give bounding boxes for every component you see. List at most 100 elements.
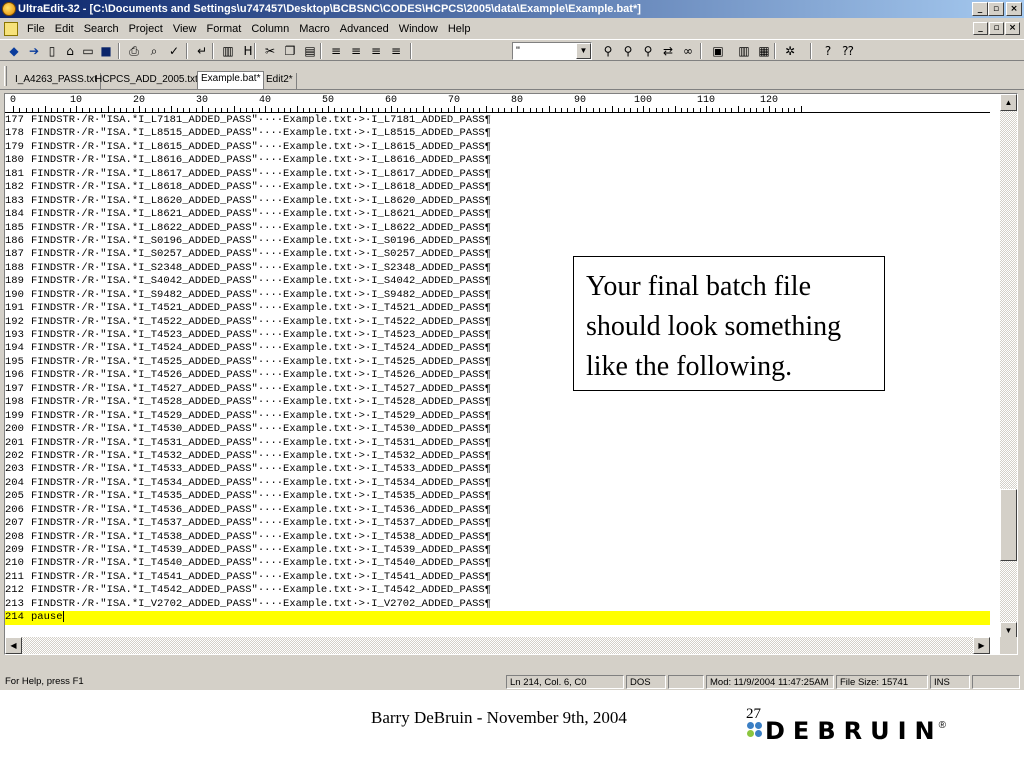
app-icon[interactable]: [2, 2, 16, 16]
code-line[interactable]: 209 FINDSTR·/R·"ISA.*I_T4539_ADDED_PASS"·…: [5, 544, 990, 557]
scroll-right-icon[interactable]: ▶: [973, 637, 990, 654]
line-number: 208: [5, 530, 24, 543]
doc-minimize-button[interactable]: _: [973, 22, 988, 35]
code-line[interactable]: 201 FINDSTR·/R·"ISA.*I_T4531_ADDED_PASS"·…: [5, 437, 990, 450]
macro-icon[interactable]: ▣: [710, 43, 726, 59]
vertical-scrollbar[interactable]: ▲ ▼: [1000, 94, 1017, 639]
code-line[interactable]: 211 FINDSTR·/R·"ISA.*I_T4541_ADDED_PASS"·…: [5, 571, 990, 584]
vertical-scroll-thumb[interactable]: [1000, 488, 1017, 561]
paste-icon[interactable]: ▤: [302, 43, 318, 59]
code-line[interactable]: 183 FINDSTR·/R·"ISA.*I_L8620_ADDED_PASS"·…: [5, 195, 990, 208]
close-button[interactable]: ×: [1006, 2, 1022, 16]
find-icon[interactable]: ⚲: [600, 43, 616, 59]
align-center-icon[interactable]: ≡: [348, 43, 364, 59]
code-line[interactable]: 212 FINDSTR·/R·"ISA.*I_T4542_ADDED_PASS"·…: [5, 584, 990, 597]
scroll-up-icon[interactable]: ▲: [1000, 94, 1017, 111]
save-icon[interactable]: ■: [98, 43, 114, 59]
new-file-icon[interactable]: ▯: [44, 43, 60, 59]
menu-advanced[interactable]: Advanced: [335, 20, 394, 38]
code-line[interactable]: 205 FINDSTR·/R·"ISA.*I_T4535_ADDED_PASS"·…: [5, 490, 990, 503]
forward-icon[interactable]: ➔: [26, 43, 42, 59]
window-icon[interactable]: ▦: [756, 43, 772, 59]
code-line[interactable]: 202 FINDSTR·/R·"ISA.*I_T4532_ADDED_PASS"·…: [5, 450, 990, 463]
context-help-icon[interactable]: ⁇: [840, 43, 856, 59]
split-icon[interactable]: ▥: [736, 43, 752, 59]
callout-text: Your final batch file should look someth…: [586, 271, 842, 382]
menu-file[interactable]: File: [22, 20, 50, 38]
back-icon[interactable]: ◆: [6, 43, 22, 59]
justify-icon[interactable]: ≡: [388, 43, 404, 59]
ruler-tick: [624, 108, 626, 112]
line-text: FINDSTR·/R·"ISA.*I_T4522_ADDED_PASS"····…: [31, 315, 491, 328]
code-line[interactable]: 181 FINDSTR·/R·"ISA.*I_L8617_ADDED_PASS"·…: [5, 168, 990, 181]
menu-edit[interactable]: Edit: [50, 20, 79, 38]
help-icon[interactable]: ?: [820, 43, 836, 59]
align-left-icon[interactable]: ≡: [328, 43, 344, 59]
word-wrap-icon[interactable]: ↵: [194, 43, 210, 59]
maximize-button[interactable]: ▫: [988, 2, 1004, 16]
ruler-tick: [120, 108, 122, 112]
ruler-tick: [290, 108, 292, 112]
print-icon[interactable]: ⎙: [126, 43, 142, 59]
menu-window[interactable]: Window: [394, 20, 443, 38]
code-line[interactable]: 204 FINDSTR·/R·"ISA.*I_T4534_ADDED_PASS"·…: [5, 477, 990, 490]
find-combo[interactable]: " ▼: [512, 42, 592, 60]
code-line[interactable]: 199 FINDSTR·/R·"ISA.*I_T4529_ADDED_PASS"·…: [5, 410, 990, 423]
binoculars-icon[interactable]: ∞: [680, 43, 696, 59]
logo-registered: ®: [938, 720, 946, 731]
menu-search[interactable]: Search: [79, 20, 124, 38]
settings-icon[interactable]: ✲: [782, 43, 798, 59]
code-line[interactable]: 207 FINDSTR·/R·"ISA.*I_T4537_ADDED_PASS"·…: [5, 517, 990, 530]
code-line[interactable]: 206 FINDSTR·/R·"ISA.*I_T4536_ADDED_PASS"·…: [5, 504, 990, 517]
code-line[interactable]: 186 FINDSTR·/R·"ISA.*I_S0196_ADDED_PASS"·…: [5, 235, 990, 248]
code-line[interactable]: 198 FINDSTR·/R·"ISA.*I_T4528_ADDED_PASS"·…: [5, 396, 990, 409]
ruler-tick: [334, 108, 336, 112]
open-icon[interactable]: ⌂: [62, 43, 78, 59]
tab-i-a4263-pass-txt[interactable]: I_A4263_PASS.txt: [12, 73, 102, 89]
menu-view[interactable]: View: [168, 20, 202, 38]
horizontal-scrollbar[interactable]: ◀ ▶: [5, 637, 990, 654]
ruler-tick: [731, 108, 733, 112]
document-icon[interactable]: [4, 22, 18, 36]
menu-help[interactable]: Help: [443, 20, 476, 38]
tab-example-bat[interactable]: Example.bat*: [197, 71, 265, 89]
code-line[interactable]: 180 FINDSTR·/R·"ISA.*I_L8616_ADDED_PASS"·…: [5, 154, 990, 167]
line-text: FINDSTR·/R·"ISA.*I_T4534_ADDED_PASS"····…: [31, 476, 491, 489]
align-right-icon[interactable]: ≡: [368, 43, 384, 59]
minimize-button[interactable]: _: [972, 2, 988, 16]
code-line[interactable]: 214 pause: [5, 611, 990, 625]
code-line[interactable]: 178 FINDSTR·/R·"ISA.*I_L8515_ADDED_PASS"·…: [5, 127, 990, 140]
ruler-mark: 90: [574, 95, 587, 106]
find-next-icon[interactable]: ⚲: [620, 43, 636, 59]
code-line[interactable]: 179 FINDSTR·/R·"ISA.*I_L8615_ADDED_PASS"·…: [5, 141, 990, 154]
doc-close-button[interactable]: ×: [1005, 22, 1020, 35]
menu-macro[interactable]: Macro: [294, 20, 335, 38]
spellcheck-icon[interactable]: ✓: [166, 43, 182, 59]
line-text: FINDSTR·/R·"ISA.*I_T4532_ADDED_PASS"····…: [31, 449, 491, 462]
menu-column[interactable]: Column: [246, 20, 294, 38]
menu-project[interactable]: Project: [124, 20, 168, 38]
code-line[interactable]: 177 FINDSTR·/R·"ISA.*I_L7181_ADDED_PASS"·…: [5, 114, 990, 127]
find-prev-icon[interactable]: ⚲: [640, 43, 656, 59]
print-preview-icon[interactable]: ⌕: [146, 43, 162, 59]
code-line[interactable]: 213 FINDSTR·/R·"ISA.*I_V2702_ADDED_PASS"·…: [5, 598, 990, 611]
copy-icon[interactable]: ❐: [282, 43, 298, 59]
code-line[interactable]: 182 FINDSTR·/R·"ISA.*I_L8618_ADDED_PASS"·…: [5, 181, 990, 194]
folder-icon[interactable]: ▭: [80, 43, 96, 59]
menu-format[interactable]: Format: [201, 20, 246, 38]
code-line[interactable]: 210 FINDSTR·/R·"ISA.*I_T4540_ADDED_PASS"·…: [5, 557, 990, 570]
replace-icon[interactable]: ⇄: [660, 43, 676, 59]
code-line[interactable]: 185 FINDSTR·/R·"ISA.*I_L8622_ADDED_PASS"·…: [5, 222, 990, 235]
code-line[interactable]: 200 FINDSTR·/R·"ISA.*I_T4530_ADDED_PASS"·…: [5, 423, 990, 436]
code-line[interactable]: 203 FINDSTR·/R·"ISA.*I_T4533_ADDED_PASS"·…: [5, 463, 990, 476]
code-line[interactable]: 208 FINDSTR·/R·"ISA.*I_T4538_ADDED_PASS"·…: [5, 531, 990, 544]
doc-restore-button[interactable]: ▫: [989, 22, 1004, 35]
scroll-left-icon[interactable]: ◀: [5, 637, 22, 654]
tab-hcpcs-add-2005-txt[interactable]: HCPCS_ADD_2005.txt: [92, 73, 202, 89]
tab-edit2[interactable]: Edit2*: [263, 73, 297, 89]
cut-icon[interactable]: ✂: [262, 43, 278, 59]
code-line[interactable]: 184 FINDSTR·/R·"ISA.*I_L8621_ADDED_PASS"·…: [5, 208, 990, 221]
column-mode-icon[interactable]: ▥: [220, 43, 236, 59]
line-text: FINDSTR·/R·"ISA.*I_T4542_ADDED_PASS"····…: [31, 584, 491, 597]
chevron-down-icon[interactable]: ▼: [576, 43, 591, 59]
